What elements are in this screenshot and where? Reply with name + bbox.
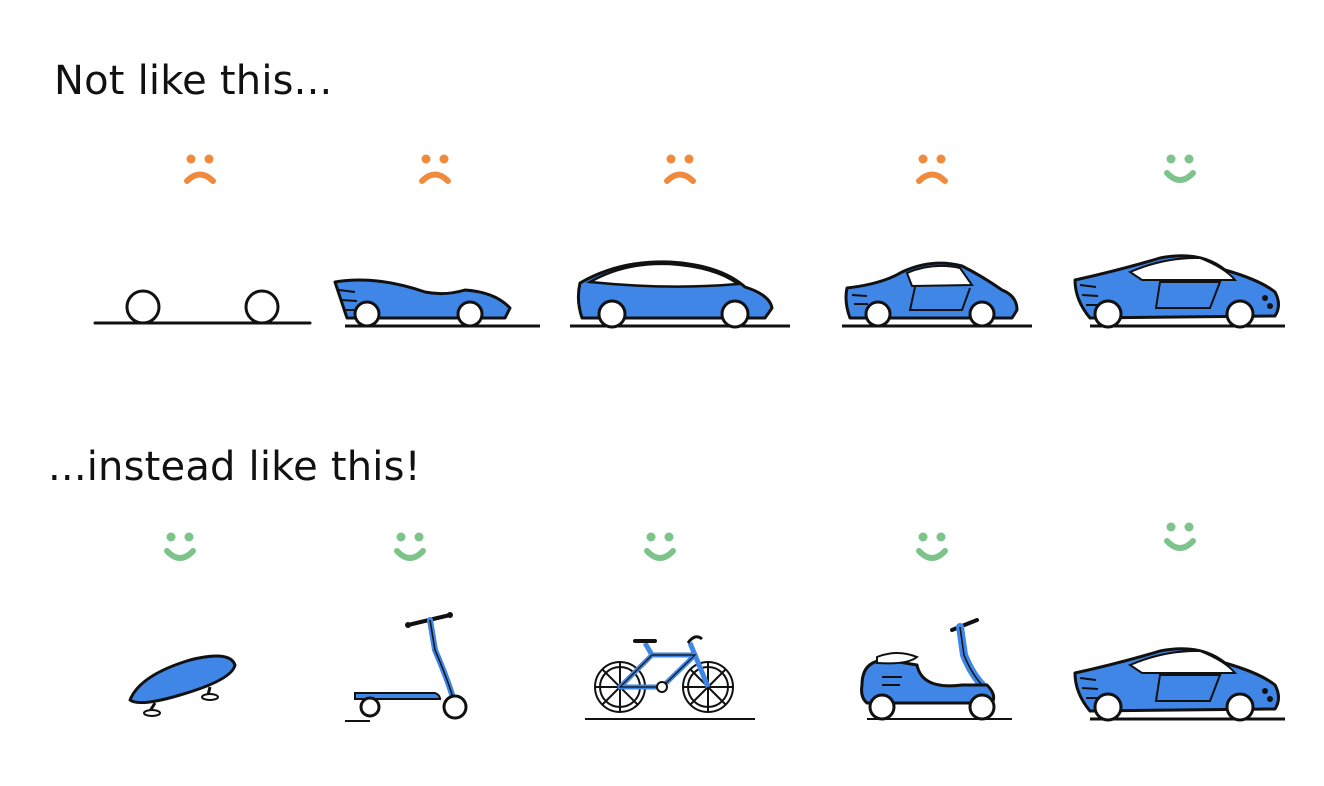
car-drawing [1073,647,1285,722]
sad-face-icon [419,154,451,184]
stage-with-roof [560,130,800,360]
car-body-drawing [333,278,540,328]
happy-face-icon [1164,154,1196,183]
heading-not-like-this: Not like this... [54,58,333,104]
stage-skateboard [60,505,300,745]
stage-body-shell [315,130,555,360]
happy-face-icon [164,532,196,561]
kick-scooter-drawing [345,612,468,722]
sad-face-icon [184,154,216,184]
row-not-like-this [0,130,1324,360]
sad-face-icon [664,154,696,184]
skateboard-drawing [128,654,237,717]
happy-face-icon [394,532,426,561]
heading-instead-like-this: ...instead like this! [48,444,421,490]
happy-face-icon [1164,522,1196,551]
finished-car-drawing [1073,254,1285,329]
motor-scooter-drawing [860,618,1012,721]
stage-motor-scooter [812,505,1052,745]
wheels-axle-drawing [93,289,312,325]
stage-kick-scooter [290,505,530,745]
bicycle-drawing [585,635,755,720]
happy-face-icon [916,532,948,561]
happy-face-icon [644,532,676,561]
stage-car [1060,505,1300,745]
stage-finished-car [1060,130,1300,360]
row-instead-like-this [0,505,1324,745]
sad-face-icon [916,154,948,184]
stage-with-doors [812,130,1052,360]
car-with-doors-drawing [842,261,1032,328]
stage-bicycle [540,505,780,745]
stage-wheels [80,130,320,360]
car-with-roof-drawing [570,260,790,329]
